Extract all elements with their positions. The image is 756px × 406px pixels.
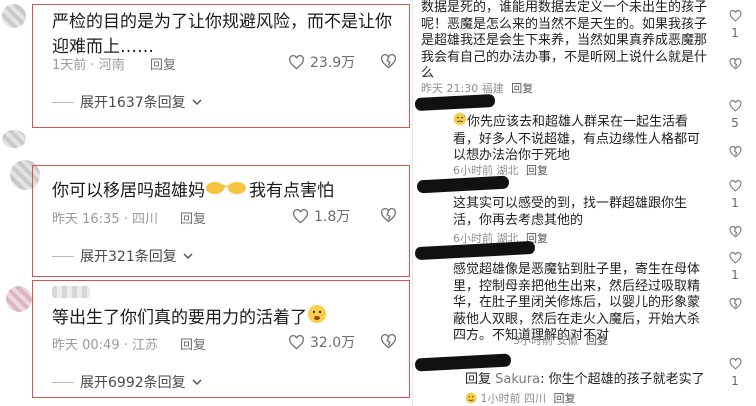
reply-body: : 你生个超雄的孩子就老实了	[540, 372, 705, 387]
reply-location: 安徽	[556, 334, 579, 347]
comment-text-main: 等出生了你们真的要用力的活着了	[52, 308, 307, 328]
reply-prefix: 回复	[465, 372, 492, 387]
heart-icon[interactable]	[729, 358, 742, 370]
heart-icon[interactable]	[729, 252, 742, 264]
right-comment-panel: 数据是死的，谁能用数据去定义一个未出生的孩子呢！恶魔是怎么来的当然不是天生的。如…	[412, 0, 756, 406]
divider-line	[52, 255, 74, 257]
avatar[interactable]	[6, 286, 32, 312]
reply-location: 四川	[524, 392, 546, 405]
reply-body: 你先应该去和超雄人群呆在一起生活看看，好多人不说超雄，有点边缘性人格都可以想办法…	[453, 114, 701, 163]
reply-button[interactable]: 回复	[554, 392, 576, 405]
broken-heart-icon[interactable]	[380, 208, 397, 223]
reply-time: 1小时前	[480, 392, 521, 405]
expand-replies-button[interactable]: 展开321条回复	[52, 246, 193, 266]
reply-button[interactable]: 回复	[586, 334, 608, 347]
broken-heart-icon[interactable]	[729, 58, 742, 70]
broken-heart-icon[interactable]	[729, 146, 742, 158]
comment-text-tail: 我有点害怕	[249, 181, 334, 201]
heart-icon[interactable]	[729, 100, 742, 112]
like-button[interactable]: 32.0万	[288, 332, 355, 352]
heart-icon	[292, 208, 309, 224]
redacted-username	[416, 175, 510, 194]
reply-text: 这其实可以感受的到，找一群超雄跟你生活，你再去考虑其他的	[453, 196, 688, 228]
redacted-username	[414, 93, 496, 112]
expand-label: 展开1637条回复	[80, 95, 186, 111]
chevron-down-icon	[192, 378, 202, 385]
comment-location: 河南	[98, 58, 125, 73]
divider-line	[52, 381, 74, 383]
chevron-down-icon	[183, 252, 193, 259]
comment-meta: 昨天 16:35 · 四川	[52, 212, 159, 227]
face-emoji	[465, 392, 477, 406]
comment-location: 江苏	[132, 338, 159, 353]
reply-button[interactable]: 回复	[511, 82, 533, 95]
reply-button[interactable]: 回复	[180, 334, 206, 353]
reply-text: 回复 Sakura: 你生个超雄的孩子就老实了	[465, 372, 715, 389]
sweat-face-emoji	[453, 112, 467, 132]
comment-text: 你可以移居吗超雄妈 我有点害怕	[52, 178, 397, 204]
reply-meta: 1小时前 四川 回复	[465, 390, 576, 406]
reply-time: 昨天 21:30	[421, 82, 479, 95]
like-count: 32.0万	[310, 335, 356, 351]
heart-icon[interactable]	[729, 10, 742, 22]
reply-time: 3小时前	[513, 334, 553, 347]
broken-heart-icon[interactable]	[729, 226, 742, 238]
reply-target[interactable]: Sakura	[495, 372, 540, 387]
expand-replies-button[interactable]: 展开1637条回复	[52, 92, 202, 112]
like-count: 1	[731, 26, 739, 40]
chevron-down-icon	[192, 98, 202, 105]
broken-heart-icon[interactable]	[729, 298, 742, 310]
heart-icon	[288, 54, 305, 70]
comment-text: 等出生了你们真的要用力的活着了	[52, 304, 397, 332]
reply-button[interactable]: 回复	[150, 54, 176, 73]
expand-replies-button[interactable]: 展开6992条回复	[52, 372, 202, 392]
like-count: 1	[731, 374, 739, 388]
comment-time: 1天前	[52, 58, 87, 73]
reply-meta: 3小时前 安徽 回复	[513, 332, 608, 348]
expand-label: 展开321条回复	[80, 249, 177, 265]
redacted-username	[414, 353, 512, 372]
broken-heart-icon[interactable]	[380, 334, 397, 349]
like-count: 1	[731, 196, 739, 210]
like-button[interactable]: 23.9万	[288, 52, 355, 72]
redacted-username	[414, 240, 536, 261]
reply-location: 福建	[481, 82, 504, 95]
reply-text: 数据是死的，谁能用数据去定义一个未出生的孩子呢！恶魔是怎么来的当然不是天生的。如…	[421, 0, 708, 81]
comment-meta: 1天前 · 河南	[52, 58, 125, 73]
reply-button[interactable]: 回复	[180, 208, 206, 227]
left-comment-panel: 严检的目的是为了让你规避风险，而不是让你迎难而上…… 1天前 · 河南 回复 2…	[0, 0, 412, 406]
comment-text-main: 你可以移居吗超雄妈	[52, 181, 205, 201]
expand-label: 展开6992条回复	[80, 375, 186, 391]
comment-time: 昨天 16:35	[52, 212, 120, 227]
like-count: 1	[731, 268, 739, 282]
heart-icon[interactable]	[729, 180, 742, 192]
broken-heart-icon[interactable]	[380, 54, 397, 69]
heart-icon	[288, 334, 305, 350]
worried-face-emoji	[307, 304, 327, 332]
like-count: 5	[731, 116, 739, 130]
reply-button[interactable]: 回复	[526, 164, 548, 177]
avatar[interactable]	[2, 4, 26, 28]
comment-meta: 昨天 00:49 · 江苏	[52, 338, 159, 353]
comment-location: 四川	[132, 212, 159, 227]
pointing-hands-emoji	[205, 178, 249, 204]
reply-meta: 昨天 21:30 福建 回复	[421, 80, 533, 96]
like-count: 23.9万	[310, 55, 356, 71]
like-button[interactable]: 1.8万	[292, 206, 350, 226]
divider-line	[52, 101, 74, 103]
like-count: 1.8万	[314, 209, 351, 225]
avatar[interactable]	[2, 130, 26, 148]
reply-text: 你先应该去和超雄人群呆在一起生活看看，好多人不说超雄，有点边缘性人格都可以想办法…	[453, 112, 711, 165]
reply-time: 6小时前	[453, 164, 493, 177]
comment-time: 昨天 00:49	[52, 338, 120, 353]
